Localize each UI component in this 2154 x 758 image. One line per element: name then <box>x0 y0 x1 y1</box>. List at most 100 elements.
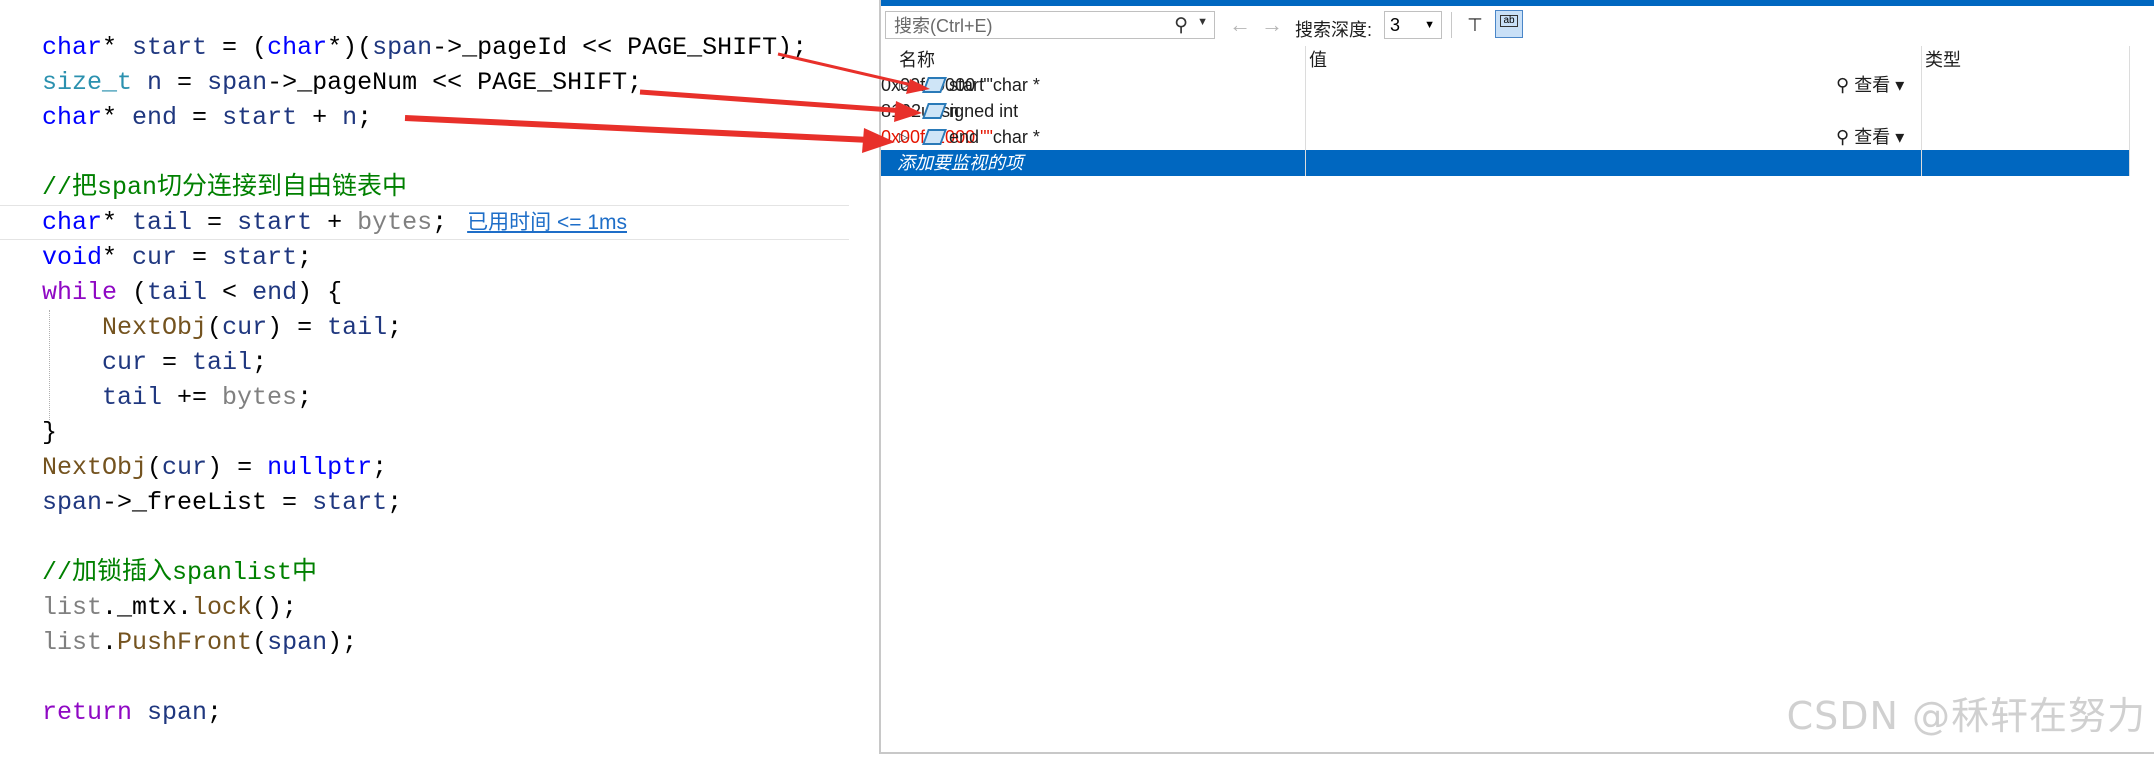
watch-type: char * <box>992 127 1040 147</box>
watch-row[interactable]: n 8192unsigned int <box>881 98 2129 124</box>
column-header-value[interactable]: 值 <box>1309 46 1327 72</box>
code-line[interactable]: char* start = (char*)(span->_pageId << P… <box>42 30 807 65</box>
elapsed-time-hint[interactable]: 已用时间 <= 1ms <box>467 211 627 234</box>
column-divider[interactable] <box>1305 46 1306 176</box>
code-token: PushFront <box>117 628 253 657</box>
code-lines[interactable]: char* start = (char*)(span->_pageId << P… <box>0 30 850 730</box>
watch-name: n <box>949 101 960 121</box>
code-line[interactable]: NextObj(cur) = tail; <box>42 310 807 345</box>
code-token: tail <box>192 348 253 377</box>
code-token: ; <box>387 313 403 342</box>
watch-grid-header: 名称 值 类型 <box>881 46 2129 72</box>
code-token: return <box>42 698 133 727</box>
code-token: = <box>162 68 208 97</box>
chevron-down-icon: ▼ <box>1424 19 1435 31</box>
watch-window: ⚲ ▼ ← → 搜索深度: 3 ▼ ⊤ ab 名称 值 类型 ▷start0x0… <box>879 0 2154 754</box>
code-token: ) { <box>297 278 343 307</box>
expand-icon[interactable]: ▷ <box>899 124 908 150</box>
code-line[interactable] <box>42 135 807 170</box>
code-line[interactable]: list._mtx.lock(); <box>42 590 807 625</box>
expand-icon[interactable]: ▷ <box>899 72 908 98</box>
add-watch-label[interactable]: 添加要监视的项 <box>897 150 1023 176</box>
magnifier-icon: ⚲ <box>1836 127 1850 147</box>
code-token: } <box>42 418 58 447</box>
column-header-type[interactable]: 类型 <box>1925 46 1961 72</box>
code-line[interactable]: while (tail < end) { <box>42 275 807 310</box>
code-token: char <box>267 33 328 62</box>
code-line[interactable]: char* end = start + n; <box>42 100 807 135</box>
view-visualizer-button[interactable]: ⚲ 查看 ▾ <box>1836 124 1904 150</box>
code-token: start <box>222 243 298 272</box>
code-line[interactable]: cur = tail; <box>42 345 807 380</box>
watch-name: start <box>949 75 985 95</box>
code-token: ( <box>252 628 268 657</box>
search-icon[interactable]: ⚲ <box>1174 14 1188 37</box>
code-line[interactable]: tail += bytes; <box>42 380 807 415</box>
code-editor[interactable]: char* start = (char*)(span->_pageId << P… <box>0 0 880 758</box>
column-header-name[interactable]: 名称 <box>899 46 935 72</box>
code-line[interactable] <box>42 660 807 695</box>
code-line[interactable]: //把span切分连接到自由链表中 <box>42 170 807 205</box>
code-token: start <box>312 488 388 517</box>
code-token: ->_pageId << PAGE_SHIFT); <box>432 33 808 62</box>
code-line[interactable]: span->_freeList = start; <box>42 485 807 520</box>
code-token: n <box>342 103 358 132</box>
watch-row[interactable]: ▷start0x00fd0000 ""⚲ 查看 ▾char * <box>881 72 2129 98</box>
column-divider[interactable] <box>1921 46 1922 176</box>
code-token: span <box>372 33 433 62</box>
watch-row[interactable]: ▷end0x00fd2000 ""⚲ 查看 ▾char * <box>881 124 2129 150</box>
code-token: size_t <box>42 68 133 97</box>
code-line[interactable]: size_t n = span->_pageNum << PAGE_SHIFT; <box>42 65 807 100</box>
code-token: tail <box>147 278 208 307</box>
code-line[interactable]: list.PushFront(span); <box>42 625 807 660</box>
view-label: 查看 <box>1854 75 1891 95</box>
code-token: char <box>42 33 103 62</box>
code-line[interactable]: NextObj(cur) = nullptr; <box>42 450 807 485</box>
search-input[interactable] <box>892 13 1166 39</box>
watch-value[interactable]: 8192 <box>881 101 921 121</box>
code-token: (); <box>252 593 298 622</box>
code-token: start <box>237 208 313 237</box>
search-box[interactable]: ⚲ ▼ <box>885 11 1215 39</box>
code-line[interactable]: return span; <box>42 695 807 730</box>
back-arrow-icon[interactable]: ← <box>1229 14 1251 36</box>
forward-arrow-icon[interactable]: → <box>1261 14 1283 36</box>
code-token: * <box>102 103 133 132</box>
code-token: span <box>267 628 328 657</box>
code-line[interactable]: char* tail = start + bytes; 已用时间 <= 1ms <box>0 205 850 240</box>
code-token: void <box>42 243 103 272</box>
code-token: //把span切分连接到自由链表中 <box>42 173 408 202</box>
pin-icon[interactable]: ⊤ <box>1462 10 1488 40</box>
code-token: ; <box>432 208 448 237</box>
code-line[interactable]: } <box>42 415 807 450</box>
code-token: * <box>102 243 133 272</box>
code-token: ( <box>117 278 148 307</box>
code-token: + <box>312 208 358 237</box>
code-token: ; <box>252 348 268 377</box>
code-token: NextObj <box>42 453 148 482</box>
watch-type: char * <box>992 75 1040 95</box>
watch-grid: 名称 值 类型 ▷start0x00fd0000 ""⚲ 查看 ▾char *n… <box>881 46 2129 176</box>
code-token: span <box>207 68 268 97</box>
code-token: ; <box>297 383 313 412</box>
hex-display-toggle[interactable]: ab <box>1495 10 1523 38</box>
code-token: ); <box>327 628 358 657</box>
code-token: *)( <box>327 33 373 62</box>
code-line[interactable]: void* cur = start; <box>42 240 807 275</box>
search-dropdown-icon[interactable]: ▼ <box>1197 16 1208 28</box>
add-watch-row[interactable]: 添加要监视的项 <box>881 150 2129 176</box>
code-token: nullptr <box>267 453 373 482</box>
code-token: += <box>162 383 223 412</box>
view-visualizer-button[interactable]: ⚲ 查看 ▾ <box>1836 72 1904 98</box>
search-depth-select[interactable]: 3 ▼ <box>1384 11 1442 39</box>
code-token: end <box>252 278 298 307</box>
code-token: ; <box>297 243 313 272</box>
code-line[interactable] <box>42 520 807 555</box>
watch-rows: ▷start0x00fd0000 ""⚲ 查看 ▾char *n8192unsi… <box>881 72 2129 150</box>
code-token: list <box>42 628 103 657</box>
code-token: ; <box>372 453 388 482</box>
code-token: = <box>147 348 193 377</box>
code-line[interactable]: //加锁插入spanlist中 <box>42 555 807 590</box>
